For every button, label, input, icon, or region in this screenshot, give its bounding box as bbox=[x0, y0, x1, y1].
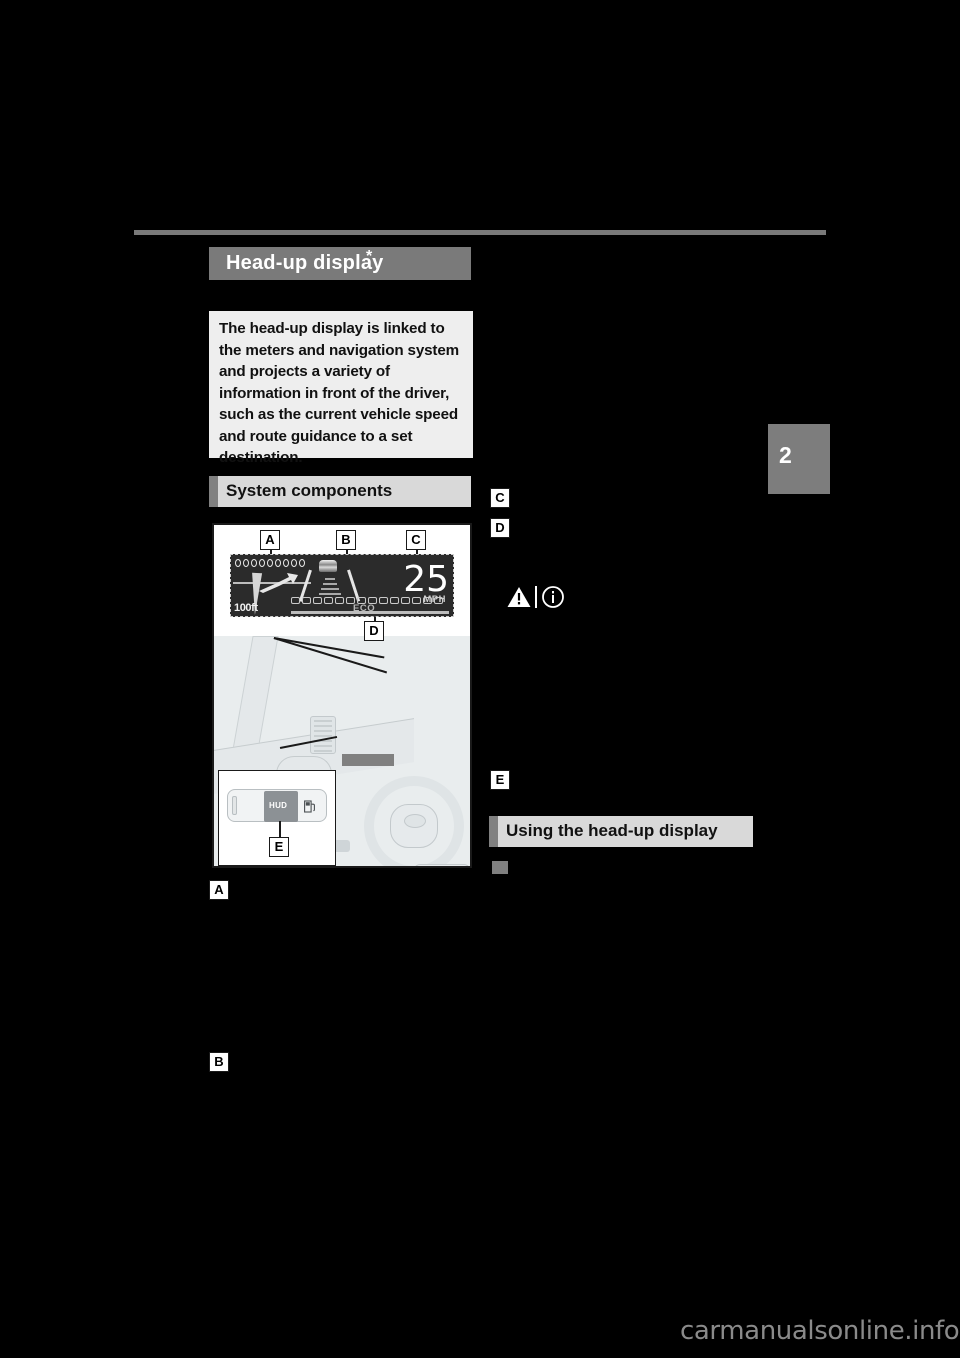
hud-switch-button[interactable]: HUD bbox=[264, 791, 298, 822]
chapter-tab: 2 bbox=[768, 424, 830, 494]
header-rule bbox=[134, 230, 826, 235]
callout-d-description: D bbox=[490, 518, 510, 538]
manual-page: 2 Head-up display * The head-up display … bbox=[0, 0, 960, 1358]
intro-box: The head-up display is linked to the met… bbox=[209, 311, 473, 466]
info-circle-icon bbox=[542, 586, 564, 608]
page-title: Head-up display * bbox=[209, 247, 471, 280]
speed-unit-label: MPH bbox=[423, 594, 446, 605]
callout-d-illustration: D bbox=[364, 621, 384, 641]
page-title-text: Head-up display bbox=[226, 252, 384, 274]
subsection-bullet bbox=[492, 861, 508, 874]
fuel-door-icon bbox=[304, 800, 315, 813]
section-header-using-head-up-display: Using the head-up display bbox=[489, 816, 753, 847]
lane-rungs bbox=[319, 575, 341, 598]
hud-switch-label: HUD bbox=[269, 801, 288, 810]
speed-value: 25 bbox=[403, 559, 449, 600]
air-vent-sketch bbox=[310, 716, 336, 754]
turn-arrow-icon bbox=[259, 573, 298, 593]
vehicle-ahead-icon bbox=[319, 560, 337, 572]
callout-a-description: A bbox=[209, 880, 229, 900]
turn-distance-label: 100ft bbox=[234, 602, 258, 614]
callout-e-description: E bbox=[490, 770, 510, 790]
section-accent-bar bbox=[489, 816, 498, 847]
chapter-number: 2 bbox=[779, 442, 792, 468]
callout-b-illustration: B bbox=[336, 530, 356, 550]
warning-triangle-icon bbox=[507, 587, 531, 607]
section-header-system-components: System components bbox=[209, 476, 471, 507]
callout-d-leader bbox=[374, 617, 376, 622]
steering-wheel-airbag bbox=[404, 814, 426, 828]
section-header-label: Using the head-up display bbox=[506, 821, 718, 840]
callout-c-illustration: C bbox=[406, 530, 426, 550]
eco-baseline bbox=[291, 611, 449, 614]
section-header-label: System components bbox=[226, 481, 393, 500]
nav-progress-dots bbox=[235, 559, 305, 567]
system-components-illustration: A B C D 100ft ECO 25 MPH HUD E bbox=[212, 523, 472, 868]
switch-left-blank bbox=[232, 796, 237, 815]
hud-projected-image: 100ft ECO 25 MPH bbox=[230, 554, 454, 617]
section-accent-bar bbox=[209, 476, 218, 507]
callout-c-description: C bbox=[490, 488, 510, 508]
callout-a-illustration: A bbox=[260, 530, 280, 550]
hud-switch-inset: HUD E bbox=[218, 770, 336, 866]
watermark: carmanualsonline.info bbox=[680, 1316, 960, 1346]
switch-panel: HUD bbox=[227, 789, 327, 822]
notice-icon-row bbox=[506, 584, 566, 610]
callout-b-description: B bbox=[209, 1052, 229, 1072]
intro-text: The head-up display is linked to the met… bbox=[219, 320, 459, 466]
a-pillar-sketch bbox=[231, 636, 279, 756]
footnote-marker: * bbox=[366, 248, 373, 265]
windshield-hud-area bbox=[342, 754, 394, 766]
callout-e-illustration: E bbox=[269, 837, 289, 857]
notice-divider bbox=[535, 586, 537, 608]
door-trim-sketch bbox=[414, 864, 470, 866]
